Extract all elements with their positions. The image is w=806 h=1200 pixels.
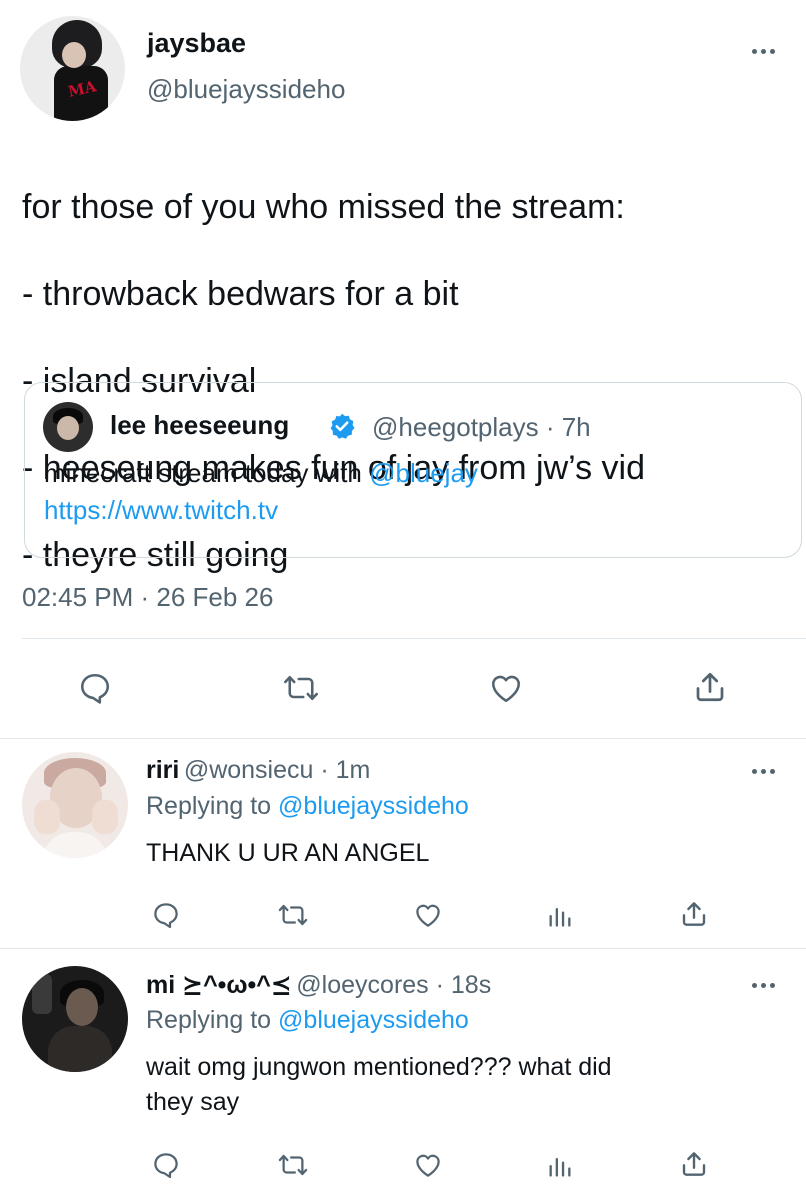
author-handle[interactable]: @bluejayssideho bbox=[147, 74, 345, 105]
heart-icon[interactable] bbox=[486, 668, 526, 708]
quote-url-link[interactable]: https://www.twitch.tv bbox=[44, 495, 278, 526]
replying-to: Replying to @bluejayssideho bbox=[146, 792, 469, 821]
divider bbox=[0, 738, 806, 739]
quote-text: minecraft stream today with @bluejay bbox=[44, 458, 478, 489]
reply-author-avatar[interactable] bbox=[22, 966, 128, 1072]
quote-author-meta[interactable]: @heegotplays · 7h bbox=[372, 412, 591, 443]
heart-icon[interactable] bbox=[410, 898, 446, 932]
reply-icon[interactable] bbox=[75, 668, 115, 708]
verified-badge-icon bbox=[328, 412, 356, 440]
reply-text-line: wait omg jungwon mentioned??? what did bbox=[146, 1053, 612, 1081]
quote-mention-link[interactable]: @bluejay bbox=[369, 458, 478, 488]
replying-to-mention[interactable]: @bluejayssideho bbox=[278, 1006, 469, 1034]
share-icon[interactable] bbox=[690, 666, 730, 708]
reply-author-name[interactable]: mi ⪰^•ω•^⪯ bbox=[146, 971, 292, 999]
tweet-text-line: - throwback bedwars for a bit bbox=[22, 274, 459, 313]
share-icon[interactable] bbox=[676, 896, 712, 932]
reply-header: mi ⪰^•ω•^⪯ @loeycores · 18s bbox=[146, 970, 491, 1000]
reply-text: wait omg jungwon mentioned??? what did t… bbox=[146, 1050, 612, 1120]
share-icon[interactable] bbox=[676, 1146, 712, 1182]
analytics-icon[interactable] bbox=[544, 898, 576, 932]
retweet-icon[interactable] bbox=[273, 1148, 313, 1182]
retweet-icon[interactable] bbox=[278, 668, 324, 708]
reply-text: THANK U UR AN ANGEL bbox=[146, 836, 429, 871]
replying-to: Replying to @bluejayssideho bbox=[146, 1006, 469, 1035]
tweet-timestamp[interactable]: 02:45 PM · 26 Feb 26 bbox=[22, 582, 273, 613]
reply-icon[interactable] bbox=[148, 1148, 184, 1182]
author-name[interactable]: jaysbae bbox=[147, 28, 246, 59]
quote-text-prefix: minecraft stream today with bbox=[44, 458, 370, 488]
more-icon[interactable] bbox=[748, 46, 778, 56]
tweet-text-line: for those of you who missed the stream: bbox=[22, 187, 625, 226]
replying-to-prefix: Replying to bbox=[146, 1006, 279, 1034]
replying-to-prefix: Replying to bbox=[146, 792, 279, 820]
reply-author-meta[interactable]: @loeycores · 18s bbox=[296, 971, 491, 999]
divider bbox=[22, 638, 806, 639]
reply-header: riri @wonsiecu · 1m bbox=[146, 756, 370, 785]
reply-author-avatar[interactable] bbox=[22, 752, 128, 858]
replying-to-mention[interactable]: @bluejayssideho bbox=[278, 792, 469, 820]
divider bbox=[0, 948, 806, 949]
more-icon[interactable] bbox=[748, 980, 778, 990]
reply-author-name[interactable]: riri bbox=[146, 756, 179, 784]
analytics-icon[interactable] bbox=[544, 1148, 576, 1182]
more-icon[interactable] bbox=[748, 766, 778, 776]
retweet-icon[interactable] bbox=[273, 898, 313, 932]
author-avatar[interactable]: MA bbox=[20, 16, 125, 121]
reply-text-line: they say bbox=[146, 1088, 240, 1116]
quote-author-name[interactable]: lee heeseeung bbox=[110, 410, 289, 441]
reply-icon[interactable] bbox=[148, 898, 184, 932]
reply-text-line: THANK U UR AN ANGEL bbox=[146, 839, 430, 867]
quote-author-avatar[interactable] bbox=[43, 402, 93, 452]
reply-author-meta[interactable]: @wonsiecu · 1m bbox=[184, 756, 371, 784]
heart-icon[interactable] bbox=[410, 1148, 446, 1182]
